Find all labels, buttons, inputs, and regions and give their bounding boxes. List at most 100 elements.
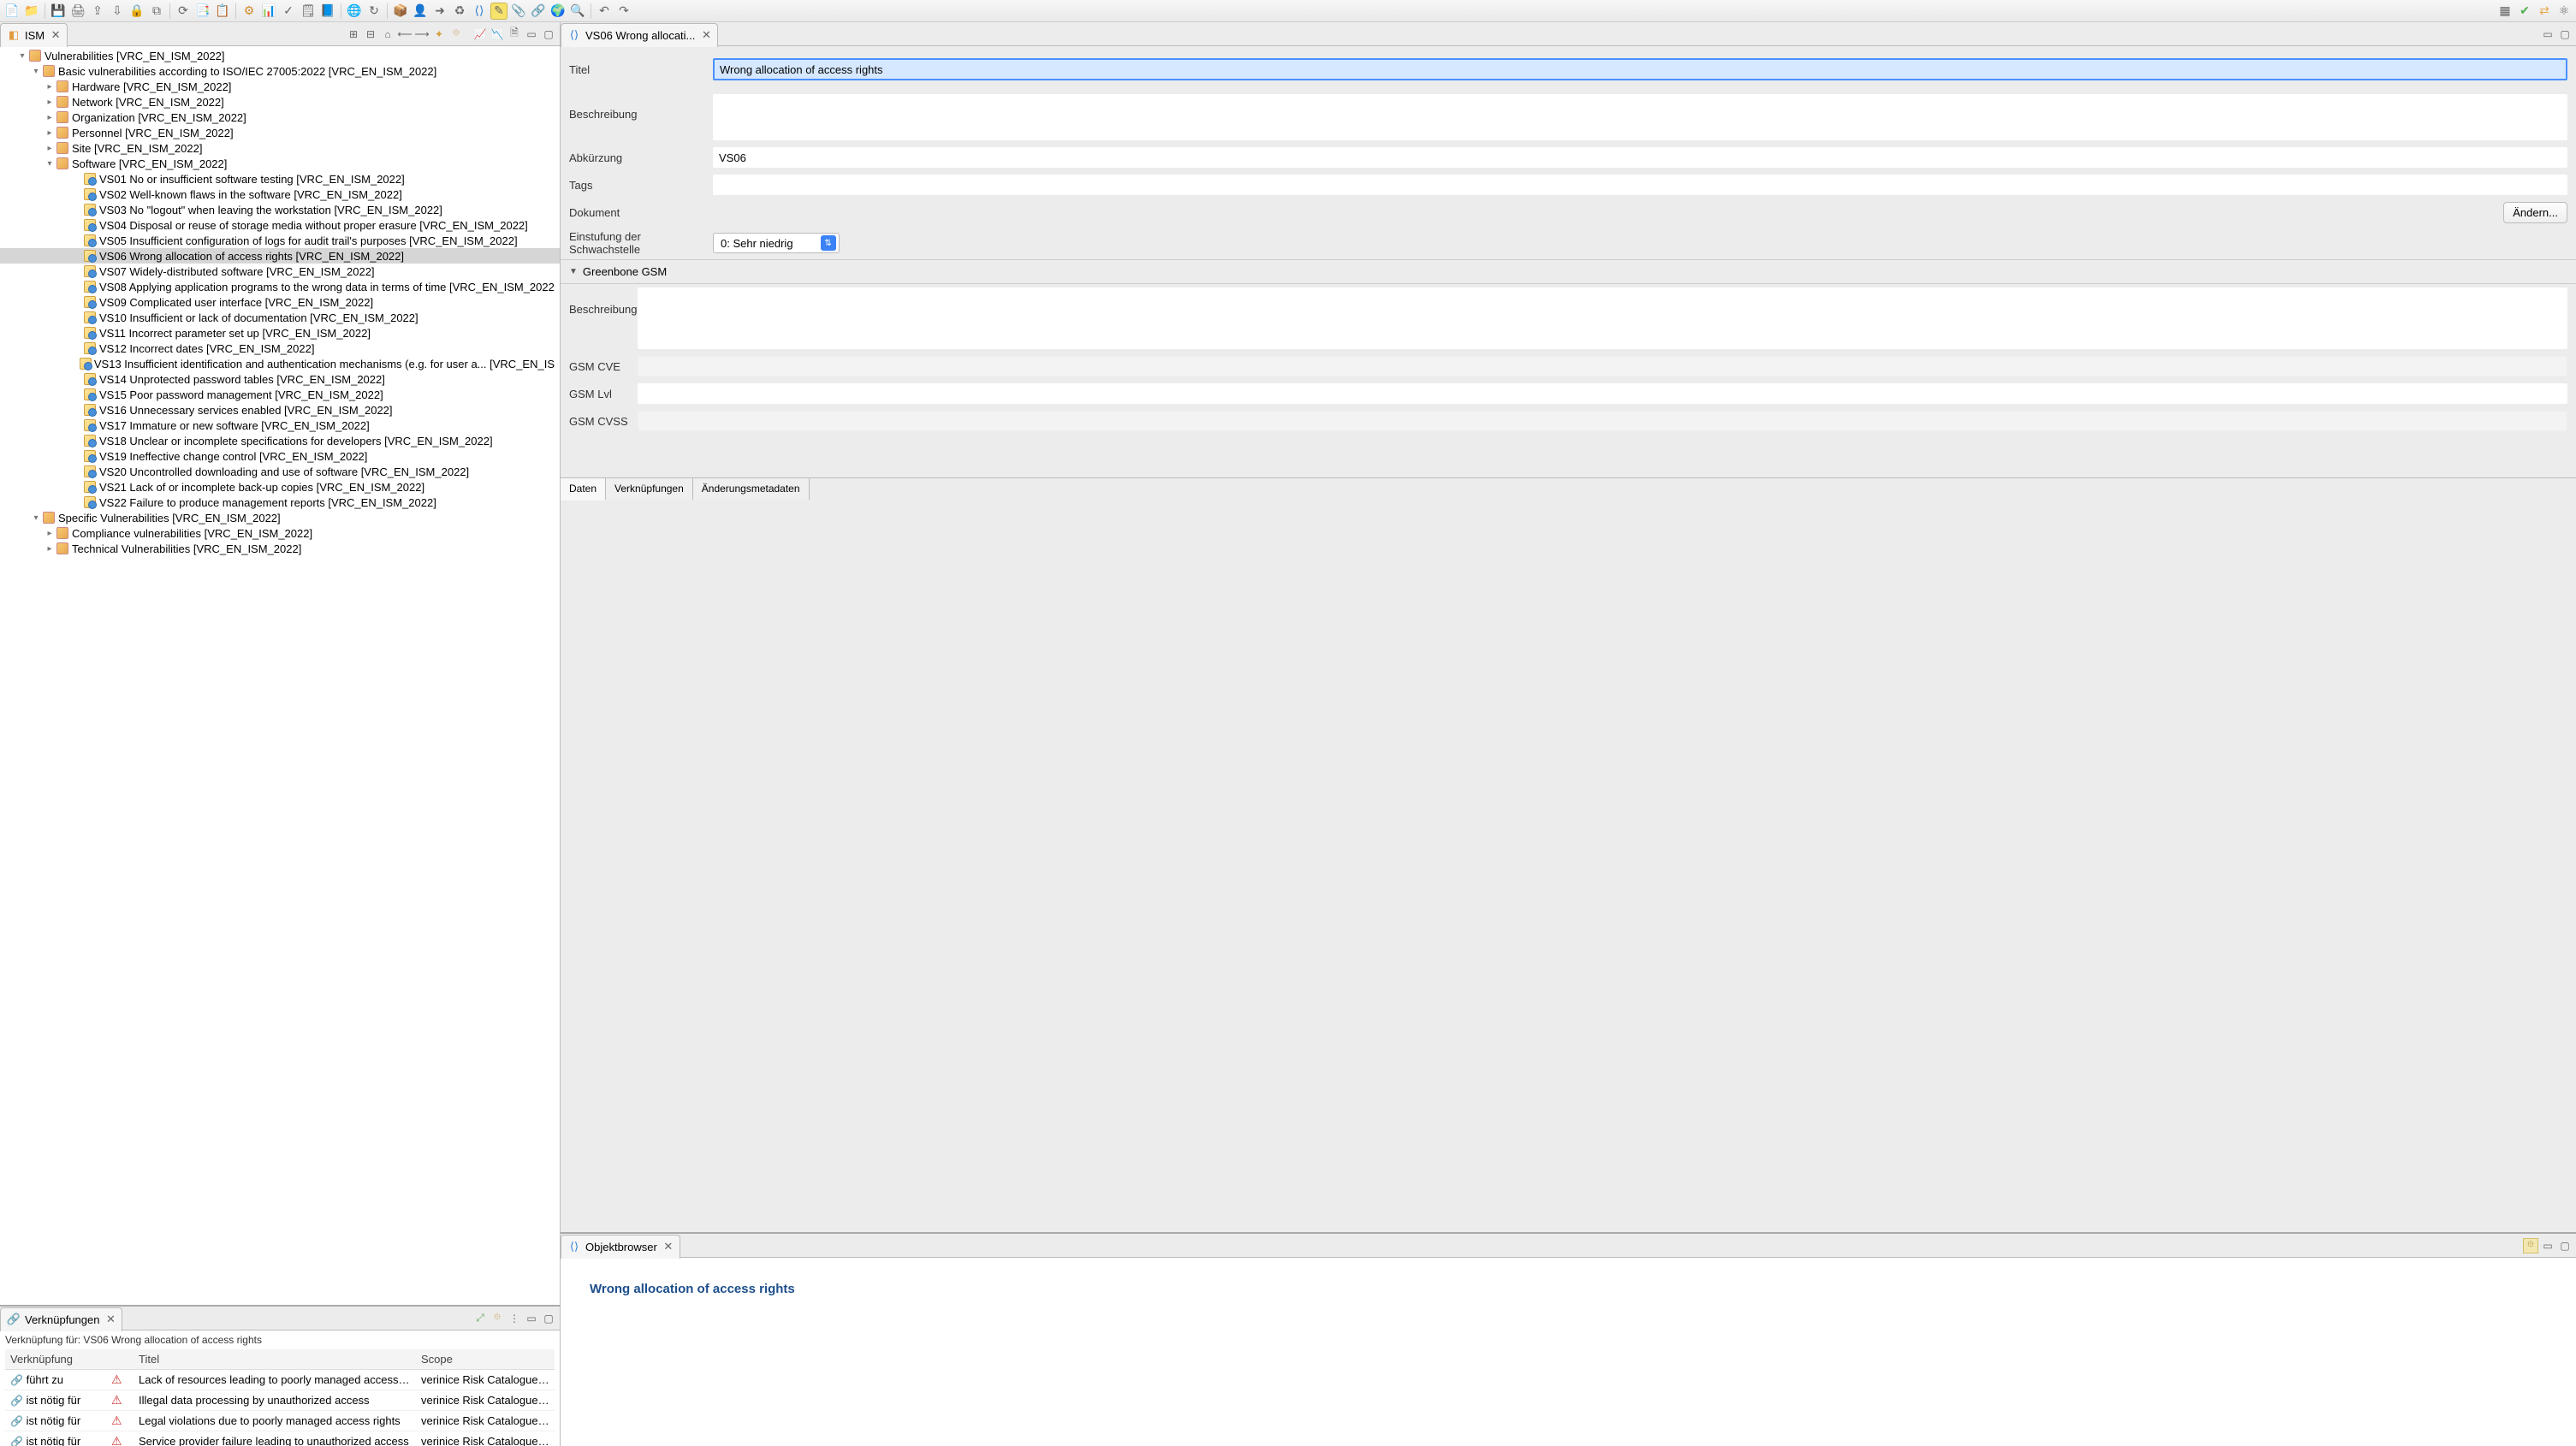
world-icon[interactable]: 🌐 xyxy=(346,3,363,20)
tree-node[interactable]: VS06 Wrong allocation of access rights [… xyxy=(0,248,560,264)
tree-node[interactable]: ▸Personnel [VRC_EN_ISM_2022] xyxy=(0,125,560,140)
tree-node[interactable]: VS18 Unclear or incomplete specification… xyxy=(0,433,560,448)
tree-toggle-icon[interactable]: ▸ xyxy=(45,144,55,153)
classification-select[interactable]: 0: Sehr niedrig ⇅ xyxy=(713,233,840,253)
tree-node[interactable]: VS03 No "logout" when leaving the workst… xyxy=(0,202,560,217)
globe-icon[interactable]: 🌍 xyxy=(549,3,567,20)
edit-icon[interactable]: ✎ xyxy=(490,3,507,20)
undo-icon[interactable]: ↶ xyxy=(596,3,613,20)
change-button[interactable]: Ändern... xyxy=(2503,202,2567,223)
minimize-icon[interactable]: ▭ xyxy=(524,27,539,42)
gsm-cvss-field[interactable] xyxy=(638,411,2567,431)
section-greenbone[interactable]: ▼ Greenbone GSM xyxy=(561,259,2576,284)
tab-changemeta[interactable]: Änderungsmetadaten xyxy=(693,478,810,500)
maximize-icon[interactable]: ▢ xyxy=(2557,27,2573,42)
refresh-icon[interactable]: ⟳ xyxy=(175,3,192,20)
maximize-icon[interactable]: ▢ xyxy=(541,1311,556,1326)
tree-toggle-icon[interactable]: ▸ xyxy=(45,529,55,538)
tree-toggle-icon[interactable]: ▸ xyxy=(45,544,55,554)
attach-icon[interactable]: 📎 xyxy=(510,3,527,20)
tree-toggle-icon[interactable]: ▸ xyxy=(45,98,55,107)
tree-node[interactable]: VS05 Insufficient configuration of logs … xyxy=(0,233,560,248)
close-icon[interactable]: ✕ xyxy=(700,29,712,41)
open-icon[interactable]: 📁 xyxy=(23,3,40,20)
col-link[interactable]: Verknüpfung xyxy=(5,1349,106,1370)
close-icon[interactable]: ✕ xyxy=(662,1241,674,1253)
save-icon[interactable]: 💾 xyxy=(50,3,67,20)
code-icon[interactable]: ⟨⟩ xyxy=(471,3,488,20)
add-icon[interactable]: ⊞ xyxy=(346,27,361,42)
chart2-icon[interactable]: 📉 xyxy=(490,27,505,42)
print-icon[interactable]: 🖨 xyxy=(69,3,86,20)
export-icon[interactable]: ⇪ xyxy=(89,3,106,20)
tree-node[interactable]: VS20 Uncontrolled downloading and use of… xyxy=(0,464,560,479)
tree-node[interactable]: VS22 Failure to produce management repor… xyxy=(0,495,560,510)
tab-editor[interactable]: ⟨⟩ VS06 Wrong allocati... ✕ xyxy=(561,23,718,47)
table-row[interactable]: 🔗 ist nötig für⚠Service provider failure… xyxy=(5,1431,555,1446)
tree-toggle-icon[interactable]: ▸ xyxy=(45,128,55,138)
tree-toggle-icon[interactable]: ▾ xyxy=(45,159,55,169)
tab-ism[interactable]: ◧ ISM ✕ xyxy=(0,23,68,47)
filter-icon[interactable]: ✦ xyxy=(431,27,447,42)
tree-node[interactable]: ▸Compliance vulnerabilities [VRC_EN_ISM_… xyxy=(0,525,560,541)
import-icon[interactable]: ⇩ xyxy=(109,3,126,20)
tree-node[interactable]: VS15 Poor password management [VRC_EN_IS… xyxy=(0,387,560,402)
user-icon[interactable]: 👤 xyxy=(412,3,429,20)
collapse-all-icon[interactable]: ⯐ xyxy=(490,1311,505,1326)
book-icon[interactable]: 📘 xyxy=(319,3,336,20)
minimize-icon[interactable]: ▭ xyxy=(524,1311,539,1326)
tree-node[interactable]: VS17 Immature or new software [VRC_EN_IS… xyxy=(0,418,560,433)
close-icon[interactable]: ✕ xyxy=(50,29,62,41)
table-row[interactable]: 🔗 ist nötig für⚠Legal violations due to … xyxy=(5,1411,555,1431)
description-field[interactable] xyxy=(713,94,2567,140)
swap-icon[interactable]: ⇄ xyxy=(2536,3,2553,20)
tree-node[interactable]: VS16 Unnecessary services enabled [VRC_E… xyxy=(0,402,560,418)
title-field[interactable] xyxy=(713,58,2567,80)
tree-area[interactable]: ▾Vulnerabilities [VRC_EN_ISM_2022]▾Basic… xyxy=(0,46,560,1305)
tree-node[interactable]: VS04 Disposal or reuse of storage media … xyxy=(0,217,560,233)
maximize-icon[interactable]: ▢ xyxy=(541,27,556,42)
tree-toggle-icon[interactable]: ▾ xyxy=(31,513,41,523)
tree-node[interactable]: VS08 Applying application programs to th… xyxy=(0,279,560,294)
box-icon[interactable]: 📦 xyxy=(392,3,409,20)
copy-icon[interactable]: ⧉ xyxy=(148,3,165,20)
doc-icon[interactable]: 📑 xyxy=(194,3,211,20)
tree-node[interactable]: VS01 No or insufficient software testing… xyxy=(0,171,560,187)
tab-links[interactable]: 🔗 Verknüpfungen ✕ xyxy=(0,1307,122,1331)
redo2-icon[interactable]: ↷ xyxy=(615,3,632,20)
tree-node[interactable]: VS07 Widely-distributed software [VRC_EN… xyxy=(0,264,560,279)
minimize-icon[interactable]: ▭ xyxy=(2540,27,2555,42)
tree-node[interactable]: VS11 Incorrect parameter set up [VRC_EN_… xyxy=(0,325,560,341)
tree-node[interactable]: ▸Organization [VRC_EN_ISM_2022] xyxy=(0,110,560,125)
home-icon[interactable]: ⌂ xyxy=(380,27,395,42)
tab-objectbrowser[interactable]: ⟨⟩ Objektbrowser ✕ xyxy=(561,1235,680,1259)
tree-toggle-icon[interactable]: ▸ xyxy=(45,113,55,122)
tree-icon[interactable]: ⯐ xyxy=(2523,1238,2538,1253)
link-icon[interactable]: 🔗 xyxy=(530,3,547,20)
check-icon[interactable]: ✓ xyxy=(280,3,297,20)
tree-node[interactable]: ▾Basic vulnerabilities according to ISO/… xyxy=(0,63,560,79)
arrow-icon[interactable]: ➜ xyxy=(431,3,448,20)
remove-icon[interactable]: ⊟ xyxy=(363,27,378,42)
chart-icon[interactable]: 📊 xyxy=(260,3,277,20)
tree-node[interactable]: VS09 Complicated user interface [VRC_EN_… xyxy=(0,294,560,310)
tree-node[interactable]: VS12 Incorrect dates [VRC_EN_ISM_2022] xyxy=(0,341,560,356)
minimize-icon[interactable]: ▭ xyxy=(2540,1238,2555,1253)
back-icon[interactable]: ⟵ xyxy=(397,27,413,42)
clipboard-icon[interactable]: 📋 xyxy=(214,3,231,20)
abbrev-field[interactable] xyxy=(713,147,2567,168)
tree-node[interactable]: ▾Specific Vulnerabilities [VRC_EN_ISM_20… xyxy=(0,510,560,525)
tree-node[interactable]: VS02 Well-known flaws in the software [V… xyxy=(0,187,560,202)
tab-links-bottom[interactable]: Verknüpfungen xyxy=(606,478,693,500)
tags-field[interactable] xyxy=(713,175,2567,195)
lock-icon[interactable]: 🔒 xyxy=(128,3,145,20)
close-icon[interactable]: ✕ xyxy=(104,1313,116,1325)
new-icon[interactable]: 📄 xyxy=(3,3,21,20)
redo-icon[interactable]: ↻ xyxy=(365,3,383,20)
shield-icon[interactable]: ✔ xyxy=(2516,3,2533,20)
maximize-icon[interactable]: ▢ xyxy=(2557,1238,2573,1253)
tree-toggle-icon[interactable]: ▸ xyxy=(45,82,55,92)
gsm-lvl-field[interactable] xyxy=(638,383,2567,404)
menu-icon[interactable]: ⋮ xyxy=(507,1311,522,1326)
tree-node[interactable]: ▸Site [VRC_EN_ISM_2022] xyxy=(0,140,560,156)
